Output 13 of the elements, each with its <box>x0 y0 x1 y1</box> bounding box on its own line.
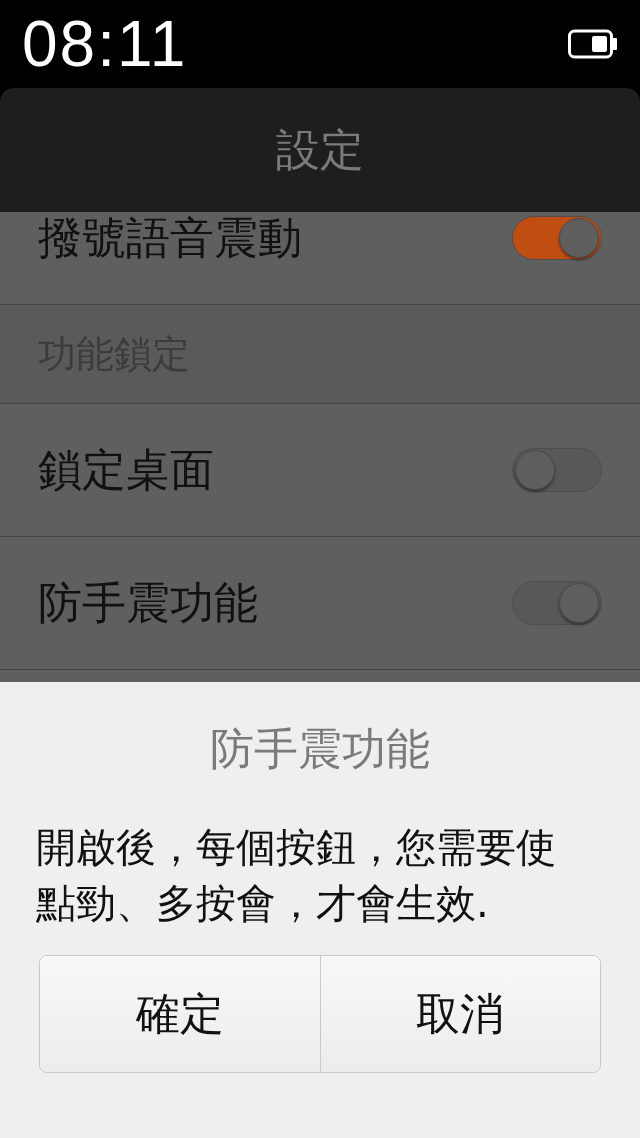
dialog-title: 防手震功能 <box>210 722 430 776</box>
toggle-switch[interactable] <box>512 581 602 625</box>
setting-label: 防手震功能 <box>38 575 258 630</box>
dialog-button[interactable]: 確定 <box>40 956 320 1072</box>
toggle-switch[interactable] <box>512 448 602 492</box>
setting-label: 鎖定桌面 <box>38 442 214 497</box>
setting-label: 撥號語音震動 <box>38 212 302 265</box>
toggle-switch[interactable] <box>512 216 602 260</box>
screen-title: 設定 <box>276 122 364 177</box>
dialog-message: 開啟後，每個按鈕，您需要使點勁、多按會，才會生效. <box>36 823 557 928</box>
dialog-button[interactable]: 取消 <box>319 956 600 1072</box>
status-time: 08:11 <box>22 7 188 81</box>
battery-icon <box>568 28 618 60</box>
